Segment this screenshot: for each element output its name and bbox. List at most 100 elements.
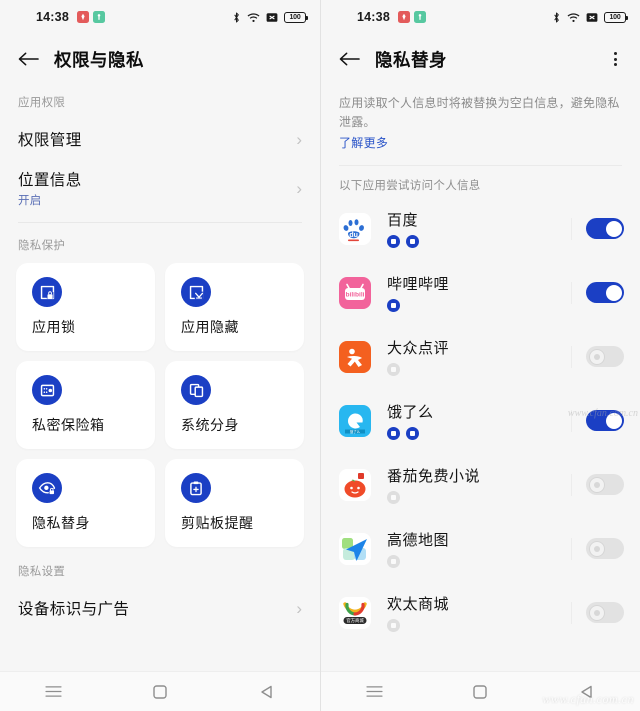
app-name: 欢太商城 bbox=[387, 596, 450, 614]
permission-badge-storage-icon bbox=[387, 491, 400, 505]
description-text: 应用读取个人信息时将被替换为空白信息，避免隐私泄露。 bbox=[339, 96, 620, 129]
app-name: 番茄免费小说 bbox=[387, 468, 481, 486]
page-title: 隐私替身 bbox=[375, 49, 447, 70]
dual-screenshot-container: 14:38 100 权限与隐私 应用权限 权限管理 › 位置信息 开启 › 隐私… bbox=[0, 0, 640, 711]
nav-bar-right bbox=[321, 671, 640, 711]
status-notification-badges bbox=[397, 11, 426, 23]
permission-badges bbox=[387, 619, 571, 633]
card-label: 应用锁 bbox=[32, 319, 76, 335]
permission-badge-contacts-icon bbox=[387, 235, 400, 249]
row-separator bbox=[571, 537, 572, 560]
app-row[interactable]: 大众点评 bbox=[321, 325, 640, 389]
card-private-safe[interactable]: 私密保险箱 bbox=[16, 361, 155, 449]
svg-text:官方商城: 官方商城 bbox=[346, 617, 364, 624]
permission-badges bbox=[387, 427, 571, 441]
amap-icon bbox=[339, 532, 371, 565]
battery-indicator: 100 bbox=[604, 11, 628, 23]
app-row[interactable]: bilibili 哔哩哔哩 bbox=[321, 261, 640, 325]
overflow-menu-icon[interactable] bbox=[604, 48, 626, 70]
bilibili-icon: bilibili bbox=[339, 276, 371, 309]
status-notification-badges bbox=[76, 11, 105, 23]
section-label-privacy-settings: 隐私设置 bbox=[18, 566, 66, 578]
app-name: 百度 bbox=[387, 212, 419, 230]
row-location-info[interactable]: 位置信息 开启 › bbox=[0, 162, 320, 214]
app-row[interactable]: 高德地图 bbox=[321, 517, 640, 581]
permission-badge-storage-icon bbox=[406, 427, 419, 441]
row-permission-manager[interactable]: 权限管理 › bbox=[0, 116, 320, 162]
app-toggle[interactable] bbox=[586, 538, 624, 560]
notification-badge-red-icon bbox=[397, 11, 410, 23]
nav-bar-left bbox=[0, 671, 320, 711]
privacy-cards-grid: 应用锁 应用隐藏 私密保险箱 系统分身 隐私替身 剪贴板提醒 bbox=[0, 259, 320, 547]
card-system-clone[interactable]: 系统分身 bbox=[165, 361, 304, 449]
status-bar-right: 14:38 100 bbox=[321, 0, 640, 34]
row-title: 位置信息 bbox=[18, 172, 82, 189]
left-content-scroll[interactable]: 应用权限 权限管理 › 位置信息 开启 › 隐私保护 应用锁 应用隐藏 私密保险… bbox=[0, 84, 320, 671]
learn-more-link[interactable]: 了解更多 bbox=[339, 134, 388, 153]
app-toggle[interactable] bbox=[586, 218, 624, 240]
app-toggle[interactable] bbox=[586, 346, 624, 368]
dianping-icon bbox=[339, 340, 371, 373]
clipboard-alert-icon bbox=[181, 473, 211, 503]
bluetooth-icon bbox=[552, 11, 561, 24]
card-clipboard-alert[interactable]: 剪贴板提醒 bbox=[165, 459, 304, 547]
recent-apps-icon[interactable] bbox=[30, 677, 76, 707]
app-row[interactable]: 官方商城 欢太商城 bbox=[321, 581, 640, 645]
notification-badge-green-icon bbox=[92, 11, 105, 23]
app-toggle[interactable] bbox=[586, 602, 624, 624]
baidu-icon: du bbox=[339, 212, 371, 245]
notification-badge-green-icon bbox=[413, 11, 426, 23]
right-phone-screen: 14:38 100 隐私替身 应用读取个人信息时将被替换为空白信息，避免隐私泄露… bbox=[320, 0, 640, 711]
row-separator bbox=[571, 281, 572, 304]
row-title: 权限管理 bbox=[18, 132, 82, 149]
permission-badges bbox=[387, 491, 571, 505]
permission-badges bbox=[387, 299, 571, 313]
wifi-icon bbox=[247, 12, 260, 23]
privacy-description: 应用读取个人信息时将被替换为空白信息，避免隐私泄露。 了解更多 bbox=[321, 84, 640, 153]
row-device-id-and-ads[interactable]: 设备标识与广告 › bbox=[0, 585, 320, 631]
status-time: 14:38 bbox=[357, 10, 390, 24]
card-privacy-avatar[interactable]: 隐私替身 bbox=[16, 459, 155, 547]
app-hide-icon bbox=[181, 277, 211, 307]
row-separator bbox=[571, 473, 572, 496]
fanqie-icon bbox=[339, 468, 371, 501]
back-arrow-icon[interactable] bbox=[16, 47, 40, 71]
status-bar-left: 14:38 100 bbox=[0, 0, 320, 34]
chevron-right-icon: › bbox=[296, 598, 302, 618]
status-right-icons: 100 bbox=[552, 11, 628, 24]
permission-badge-storage-icon bbox=[387, 363, 400, 377]
row-separator bbox=[571, 345, 572, 368]
back-nav-icon[interactable] bbox=[244, 677, 290, 707]
app-name: 大众点评 bbox=[387, 340, 450, 358]
signal-off-icon bbox=[266, 12, 278, 23]
app-row[interactable]: 番茄免费小说 bbox=[321, 453, 640, 517]
app-toggle[interactable] bbox=[586, 282, 624, 304]
svg-text:bilibili: bilibili bbox=[345, 291, 364, 298]
app-lock-icon bbox=[32, 277, 62, 307]
permission-badges bbox=[387, 235, 571, 249]
app-row[interactable]: 饿了么 饿了么 bbox=[321, 389, 640, 453]
card-app-hide[interactable]: 应用隐藏 bbox=[165, 263, 304, 351]
card-app-lock[interactable]: 应用锁 bbox=[16, 263, 155, 351]
back-arrow-icon[interactable] bbox=[337, 47, 361, 71]
right-content-scroll[interactable]: 应用读取个人信息时将被替换为空白信息，避免隐私泄露。 了解更多 以下应用尝试访问… bbox=[321, 84, 640, 671]
back-nav-icon[interactable] bbox=[564, 677, 610, 707]
app-row[interactable]: du 百度 bbox=[321, 197, 640, 261]
app-toggle[interactable] bbox=[586, 474, 624, 496]
app-toggle[interactable] bbox=[586, 410, 624, 432]
system-clone-icon bbox=[181, 375, 211, 405]
bluetooth-icon bbox=[232, 11, 241, 24]
chevron-right-icon: › bbox=[296, 129, 302, 149]
left-phone-screen: 14:38 100 权限与隐私 应用权限 权限管理 › 位置信息 开启 › 隐私… bbox=[0, 0, 320, 711]
home-icon[interactable] bbox=[457, 677, 503, 707]
battery-indicator: 100 bbox=[284, 11, 308, 23]
permission-badge-storage-icon bbox=[406, 235, 419, 249]
home-icon[interactable] bbox=[137, 677, 183, 707]
row-separator bbox=[571, 409, 572, 432]
svg-text:饿了么: 饿了么 bbox=[350, 429, 361, 434]
row-separator bbox=[571, 601, 572, 624]
chevron-right-icon: › bbox=[296, 178, 302, 198]
recent-apps-icon[interactable] bbox=[351, 677, 397, 707]
app-bar-right: 隐私替身 bbox=[321, 34, 640, 84]
app-name: 饿了么 bbox=[387, 404, 434, 422]
